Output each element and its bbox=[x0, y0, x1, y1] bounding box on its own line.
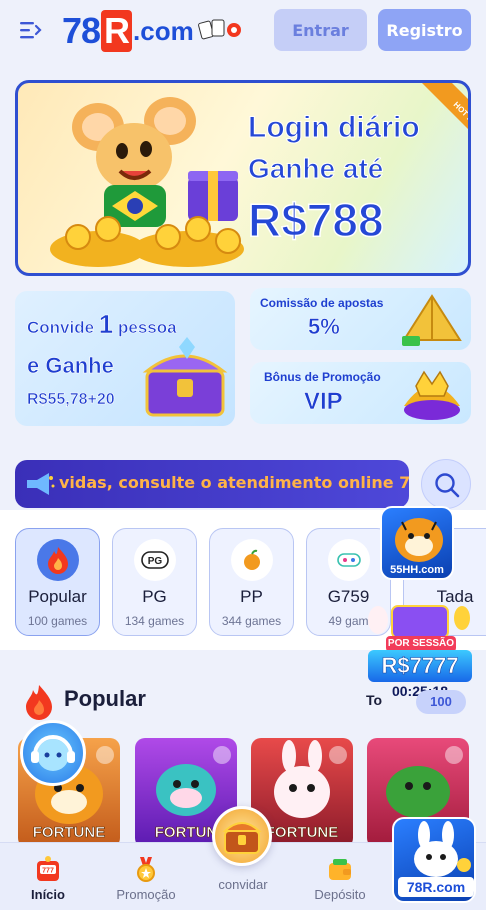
popular-section-title: Popular bbox=[64, 686, 146, 711]
marquee-text: vidas, consulte o atendimento online 7 bbox=[59, 473, 409, 492]
category-icon-wrap: PG bbox=[134, 539, 176, 581]
category-pg[interactable]: PG PG 134 games bbox=[112, 528, 197, 636]
see-all-text: To bbox=[366, 692, 383, 708]
treasure-chest-icon bbox=[142, 337, 228, 417]
floating-55hh-promo[interactable]: 55HH.com bbox=[380, 506, 454, 580]
login-button[interactable]: Entrar bbox=[274, 9, 367, 51]
nav-label: Depósito bbox=[314, 887, 366, 902]
category-pp[interactable]: PP 344 games bbox=[209, 528, 294, 636]
site-logo[interactable]: 78 R .com bbox=[62, 10, 244, 52]
category-icon-wrap bbox=[231, 539, 273, 581]
search-button[interactable] bbox=[421, 459, 471, 509]
nav-label: Promoção bbox=[116, 887, 176, 902]
favorite-star-icon[interactable] bbox=[445, 746, 463, 764]
announcement-marquee[interactable]: vidas, consulte o atendimento online 7 bbox=[15, 460, 409, 508]
gold-pyramid-icon bbox=[402, 294, 462, 346]
category-count: 134 games bbox=[124, 614, 185, 628]
treasure-chest-icon bbox=[222, 822, 262, 854]
category-icon-wrap bbox=[328, 539, 370, 581]
invite-promo-card[interactable]: Convide 1 pessoa e Ganhe R$55,78+20 bbox=[15, 291, 235, 426]
commission-value: 5% bbox=[308, 314, 340, 340]
commission-promo-card[interactable]: Comissão de apostas 5% bbox=[250, 288, 471, 350]
rabbit-mascot-icon bbox=[414, 821, 471, 877]
top-header: 78 R .com Entrar Registro bbox=[0, 0, 486, 62]
menu-icon[interactable] bbox=[18, 18, 42, 42]
category-count: 100 games bbox=[27, 614, 88, 628]
logo-cards-icon bbox=[197, 19, 241, 40]
favorite-star-icon[interactable] bbox=[96, 746, 114, 764]
invite-treasure-button[interactable] bbox=[212, 806, 272, 866]
floating-78r-promo[interactable]: 78R.com bbox=[392, 817, 476, 903]
favorite-star-icon[interactable] bbox=[329, 746, 347, 764]
nav-invite[interactable]: convidar bbox=[203, 877, 283, 909]
invite-title: Convide 1 pessoa bbox=[27, 309, 177, 340]
flame-icon bbox=[48, 547, 68, 574]
banner-title: Login diário bbox=[248, 111, 421, 145]
headset-avatar-icon bbox=[31, 735, 75, 771]
category-icon-wrap bbox=[37, 539, 79, 581]
nav-label: convidar bbox=[218, 877, 268, 892]
logo-r: R bbox=[101, 10, 133, 52]
megaphone-icon bbox=[27, 473, 55, 495]
g759-logo-icon bbox=[337, 553, 361, 567]
invite-count: 1 bbox=[98, 309, 114, 340]
category-count: 344 games bbox=[221, 614, 282, 628]
category-name: Popular bbox=[28, 587, 87, 606]
tiger-mascot-icon bbox=[395, 518, 443, 562]
invite-subtitle: e Ganhe bbox=[27, 353, 114, 379]
invite-title-b: pessoa bbox=[113, 318, 177, 338]
commission-title: Comissão de apostas bbox=[260, 296, 384, 310]
vip-crown-icon bbox=[404, 370, 460, 420]
vip-promo-card[interactable]: Bônus de Promoção VIP bbox=[250, 362, 471, 424]
daily-login-banner[interactable]: Login diário Ganhe até R$788 HOT EVENTS bbox=[15, 80, 471, 276]
svg-text:777: 777 bbox=[42, 868, 54, 875]
banner-subtitle: Ganhe até bbox=[247, 153, 384, 185]
invite-title-a: Convide bbox=[27, 318, 99, 338]
session-amount: R$7777 bbox=[368, 650, 472, 682]
register-button[interactable]: Registro bbox=[378, 9, 471, 51]
favorite-star-icon[interactable] bbox=[213, 746, 231, 764]
wallet-icon bbox=[329, 859, 351, 880]
nav-deposit[interactable]: Depósito bbox=[300, 855, 380, 909]
see-all-count: 100 bbox=[416, 690, 466, 714]
nav-label: Início bbox=[31, 887, 65, 902]
see-all-link[interactable]: To 100 bbox=[364, 688, 468, 714]
customer-support-button[interactable] bbox=[20, 720, 86, 786]
hot-events-ribbon: HOT EVENTS bbox=[422, 83, 468, 143]
vip-value: VIP bbox=[304, 388, 343, 416]
pp-logo-icon bbox=[244, 549, 260, 570]
logo-suffix: .com bbox=[133, 15, 194, 46]
nav-home[interactable]: 777 Início bbox=[8, 855, 88, 909]
popular-flame-icon bbox=[26, 685, 52, 720]
logo-prefix: 78 bbox=[62, 10, 101, 51]
rabbit-chest-icon bbox=[368, 605, 470, 639]
mouse-mascot-illustration bbox=[50, 97, 244, 267]
category-popular[interactable]: Popular 100 games bbox=[15, 528, 100, 636]
search-icon bbox=[435, 473, 460, 498]
float-78-label: 78R.com bbox=[398, 877, 474, 897]
game-title: FORTUNE bbox=[32, 824, 106, 842]
medal-icon bbox=[137, 857, 155, 882]
slot-machine-icon: 777 bbox=[37, 856, 59, 881]
pg-logo-icon: PG bbox=[141, 551, 169, 569]
banner-amount: R$788 bbox=[247, 193, 384, 247]
nav-promotion[interactable]: Promoção bbox=[106, 855, 186, 909]
category-name: PG bbox=[142, 587, 167, 606]
category-name: PP bbox=[240, 587, 263, 606]
invite-reward: R$55,78+20 bbox=[27, 391, 115, 409]
float-55-label: 55HH.com bbox=[390, 564, 444, 576]
vip-title: Bônus de Promoção bbox=[264, 370, 381, 384]
svg-text:PG: PG bbox=[148, 556, 163, 567]
